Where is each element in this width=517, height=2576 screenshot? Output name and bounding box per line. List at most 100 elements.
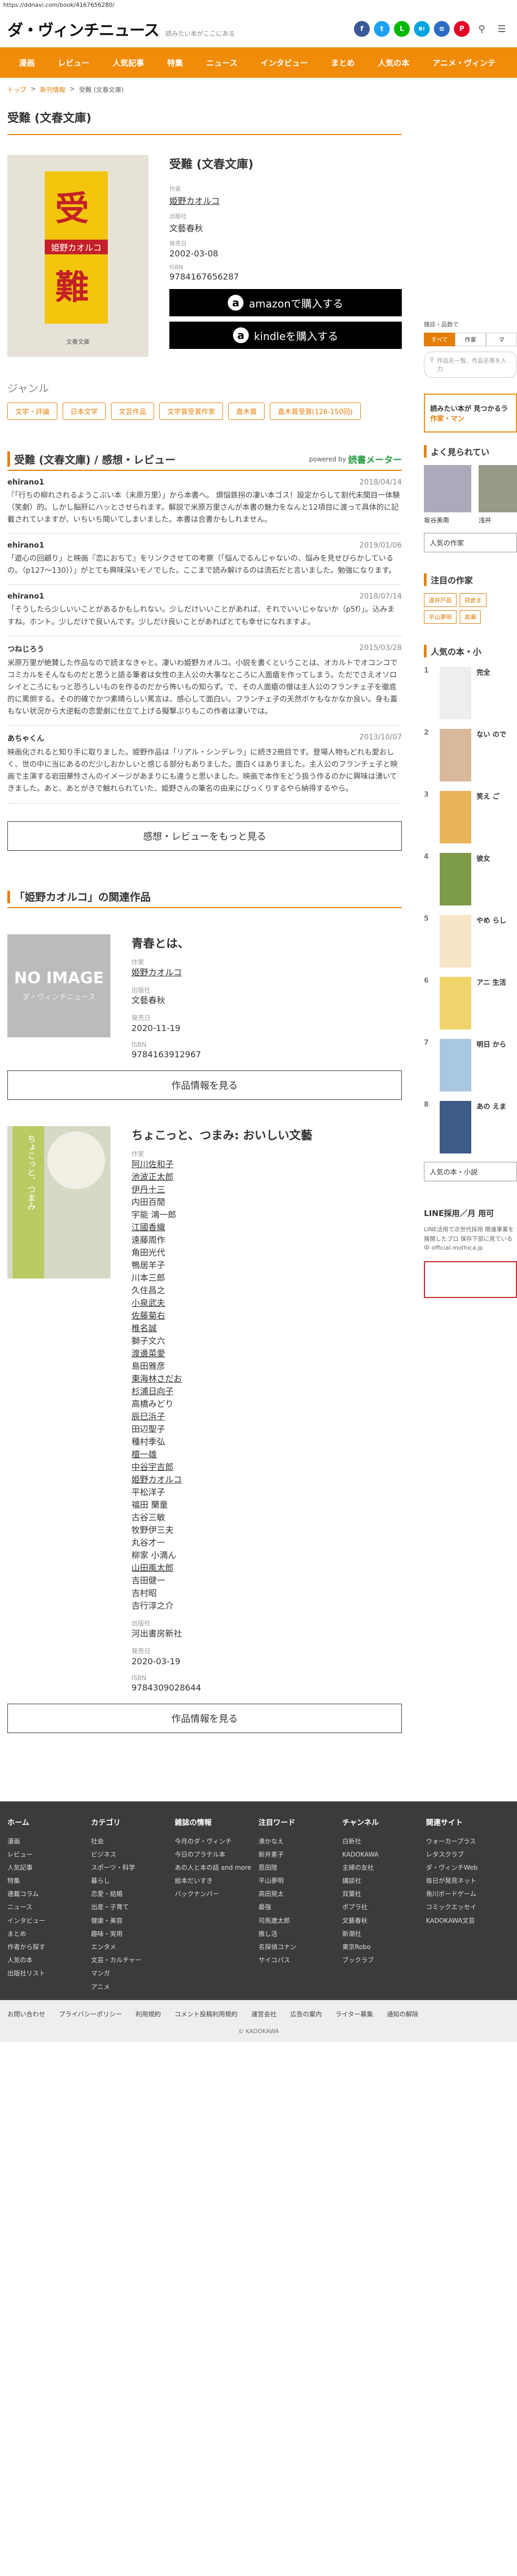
footer-link[interactable]: 双葉社 xyxy=(342,1888,426,1901)
ranking-item[interactable]: 3 笑え ご xyxy=(424,791,517,843)
footer-link[interactable]: 人気の本 xyxy=(7,1954,91,1967)
footer-link[interactable]: 角川ボードゲーム xyxy=(426,1888,510,1901)
related-detail-button[interactable]: 作品情報を見る xyxy=(7,1703,402,1733)
url-bar[interactable]: https://ddnavi.com/book/4167656280/ xyxy=(0,0,517,11)
footer-bottom-link[interactable]: コメント投稿利用規約 xyxy=(175,2010,238,2018)
author-link[interactable]: 東海林さだお xyxy=(131,1373,402,1385)
ranking-item[interactable]: 8 あの えま xyxy=(424,1101,517,1153)
ad-banner[interactable] xyxy=(424,1261,517,1298)
genre-tag[interactable]: 直木賞 xyxy=(228,403,265,420)
nav-item-interview[interactable]: インタビュー xyxy=(249,57,319,68)
author-link[interactable]: 檀一雄 xyxy=(131,1448,402,1461)
footer-link[interactable]: 社会 xyxy=(91,1835,175,1848)
notable-tag[interactable]: 高瀬 xyxy=(460,610,481,624)
popular-authors-button[interactable]: 人気の作家 xyxy=(424,533,517,552)
footer-link[interactable]: 最強 xyxy=(259,1901,342,1914)
footer-bottom-link[interactable]: 運営会社 xyxy=(251,2010,277,2018)
author-link[interactable]: 小泉武夫 xyxy=(131,1297,402,1310)
footer-link[interactable]: サイコパス xyxy=(259,1954,342,1967)
ranking-item[interactable]: 2 ない ので xyxy=(424,729,517,781)
footer-link[interactable]: レビュー xyxy=(7,1848,91,1861)
author-link[interactable]: 池波正太郎 xyxy=(131,1171,402,1183)
footer-link[interactable]: エンタメ xyxy=(91,1941,175,1954)
tab-manga[interactable]: マ xyxy=(486,333,517,346)
footer-heading[interactable]: 関連サイト xyxy=(426,1817,510,1828)
footer-link[interactable]: 暮らし xyxy=(91,1874,175,1888)
nav-item-matome[interactable]: まとめ xyxy=(319,57,366,68)
tab-all[interactable]: すべて xyxy=(424,333,455,346)
amazon-buy-button[interactable]: a amazonで購入する xyxy=(169,289,402,316)
footer-link[interactable]: 恋愛・結婚 xyxy=(91,1888,175,1901)
ranking-item[interactable]: 5 やめ らし xyxy=(424,915,517,967)
footer-link[interactable]: 人気記事 xyxy=(7,1861,91,1874)
footer-link[interactable]: 新井素子 xyxy=(259,1848,342,1861)
author-link[interactable]: 阿川佐和子 xyxy=(131,1158,402,1171)
footer-link[interactable]: レタスクラブ xyxy=(426,1848,510,1861)
ranking-item[interactable]: 6 アニ 生活 xyxy=(424,977,517,1029)
author-link[interactable]: 姫野カオルコ xyxy=(131,966,402,979)
review-user[interactable]: つねじろう xyxy=(7,644,44,654)
nav-item-popular[interactable]: 人気記事 xyxy=(101,57,156,68)
nav-item-review[interactable]: レビュー xyxy=(46,57,101,68)
line-icon[interactable]: L xyxy=(394,21,410,37)
author-link[interactable]: 江國香織 xyxy=(131,1221,402,1234)
footer-bottom-link[interactable]: 利用規約 xyxy=(136,2010,161,2018)
kindle-buy-button[interactable]: a kindleを購入する xyxy=(169,322,402,349)
footer-link[interactable]: バックナンバー xyxy=(175,1888,258,1901)
footer-link[interactable]: 講談社 xyxy=(342,1874,426,1888)
footer-link[interactable]: 今月のダ・ヴィンチ xyxy=(175,1835,258,1848)
review-user[interactable]: ehirano1 xyxy=(7,478,44,487)
footer-link[interactable]: 今日のプラテル本 xyxy=(175,1848,258,1861)
logo-text[interactable]: ダ・ヴィンチニュース xyxy=(7,17,159,40)
author-link[interactable]: 伊丹十三 xyxy=(131,1183,402,1196)
author-card[interactable]: 浅井 xyxy=(479,465,517,524)
footer-link[interactable]: アニメ xyxy=(91,1981,175,1994)
genre-tag[interactable]: 日本文学 xyxy=(63,403,106,420)
notable-tag[interactable]: 平山夢明 xyxy=(424,610,457,624)
nav-item-popular-books[interactable]: 人気の本 xyxy=(366,57,421,68)
footer-bottom-link[interactable]: ライター募集 xyxy=(336,2010,373,2018)
footer-link[interactable]: 文藝春秋 xyxy=(342,1914,426,1928)
footer-link[interactable]: スポーツ・科学 xyxy=(91,1861,175,1874)
footer-link[interactable]: 推し活 xyxy=(259,1928,342,1941)
footer-link[interactable]: 特集 xyxy=(7,1874,91,1888)
footer-link[interactable]: あの人と本の話 and more xyxy=(175,1861,258,1874)
genre-tag[interactable]: 文学・評論 xyxy=(7,403,58,420)
ad-title[interactable]: LINE採用／月 用可 xyxy=(424,1208,517,1219)
pinterest-icon[interactable]: P xyxy=(454,21,470,37)
notable-tag[interactable]: 貸倉ま xyxy=(460,593,486,607)
footer-link[interactable]: ダ・ヴィンチWeb xyxy=(426,1861,510,1874)
footer-link[interactable]: 白新社 xyxy=(342,1835,426,1848)
nav-item-manga[interactable]: 漫画 xyxy=(7,57,46,68)
footer-link[interactable]: 恩田陸 xyxy=(259,1861,342,1874)
sidebar-banner[interactable]: 読みたい本が 見つかるラ 作家・マン xyxy=(424,394,517,432)
author-link[interactable]: 佐藤菊右 xyxy=(131,1310,402,1322)
author-link[interactable]: 椎名誠 xyxy=(131,1322,402,1335)
footer-link[interactable]: 毎日が発見ネット xyxy=(426,1874,510,1888)
author-link[interactable]: 中谷宇吉郎 xyxy=(131,1461,402,1474)
footer-link[interactable]: 絵本だいすき xyxy=(175,1874,258,1888)
footer-link[interactable]: 東京Robo xyxy=(342,1941,426,1954)
nav-item-news[interactable]: ニュース xyxy=(195,57,249,68)
footer-link[interactable]: ビジネス xyxy=(91,1848,175,1861)
footer-link[interactable]: ポプラ社 xyxy=(342,1901,426,1914)
genre-tag[interactable]: 直木賞受賞(126-150回) xyxy=(270,403,361,420)
ranking-item[interactable]: 4 彼女 xyxy=(424,853,517,905)
breadcrumb-books[interactable]: 新刊情報 xyxy=(40,85,65,94)
hatena-icon[interactable]: B! xyxy=(414,21,430,37)
author-link[interactable]: 辰巳浜子 xyxy=(131,1410,402,1423)
logo[interactable]: ダ・ヴィンチニュース 読みたい本がここにある xyxy=(7,17,235,40)
footer-heading[interactable]: ホーム xyxy=(7,1817,91,1828)
menu-icon[interactable]: ☰ xyxy=(494,21,510,37)
footer-heading[interactable]: チャンネル xyxy=(342,1817,426,1828)
footer-link[interactable]: ニュース xyxy=(7,1901,91,1914)
footer-link[interactable]: 趣味・実用 xyxy=(91,1928,175,1941)
footer-link[interactable]: マンガ xyxy=(91,1967,175,1980)
powered-by[interactable]: powered by 読書メーター xyxy=(309,452,402,466)
footer-link[interactable]: 連載コラム xyxy=(7,1888,91,1901)
notable-tag[interactable]: 逢井戸昌 xyxy=(424,593,457,607)
author-link[interactable]: 姫野カオルコ xyxy=(131,1474,402,1486)
review-user[interactable]: ehirano1 xyxy=(7,592,44,601)
facebook-icon[interactable]: f xyxy=(354,21,370,37)
footer-link[interactable]: ウォーカープラス xyxy=(426,1835,510,1848)
